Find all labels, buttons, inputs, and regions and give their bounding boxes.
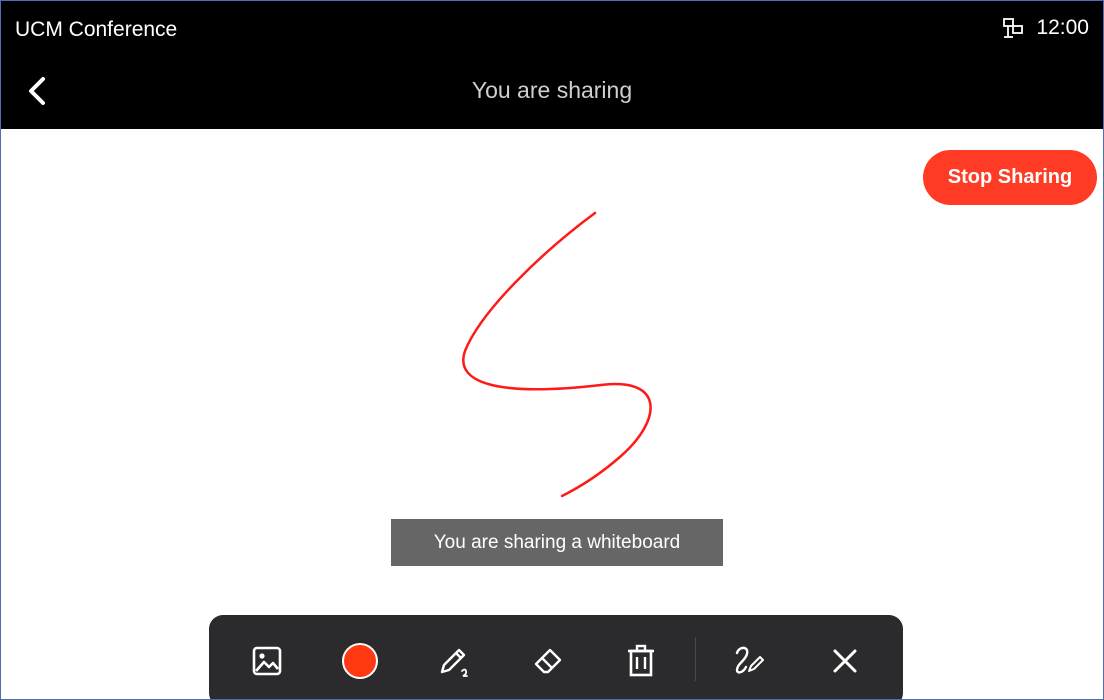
status-bar: UCM Conference 12:00	[1, 1, 1103, 55]
close-icon	[833, 649, 857, 673]
color-swatch-icon	[342, 643, 378, 679]
image-icon	[252, 646, 282, 676]
sharing-toast: You are sharing a whiteboard	[391, 519, 723, 566]
network-icon	[1002, 17, 1024, 39]
annotate-button[interactable]	[725, 637, 773, 685]
app-window: UCM Conference 12:00 You are sharing Sto…	[0, 0, 1104, 700]
toolbar-divider	[695, 637, 696, 681]
trash-icon	[628, 644, 654, 677]
eraser-button[interactable]	[525, 637, 573, 685]
insert-image-button[interactable]	[243, 637, 291, 685]
clear-button[interactable]	[617, 637, 665, 685]
app-name: UCM Conference	[15, 18, 178, 41]
pen-tool-button[interactable]	[431, 637, 479, 685]
annotate-icon	[735, 646, 764, 674]
color-picker-button[interactable]	[336, 637, 384, 685]
whiteboard-toolbar	[209, 615, 903, 699]
close-toolbar-button[interactable]	[821, 637, 869, 685]
page-title: You are sharing	[471, 77, 633, 103]
pen-icon	[440, 648, 468, 677]
stop-sharing-button[interactable]: Stop Sharing	[923, 150, 1097, 205]
clock: 12:00	[1036, 16, 1089, 39]
status-right: 12:00	[1002, 16, 1089, 40]
title-bar: You are sharing	[1, 55, 1103, 129]
eraser-icon	[534, 648, 562, 674]
